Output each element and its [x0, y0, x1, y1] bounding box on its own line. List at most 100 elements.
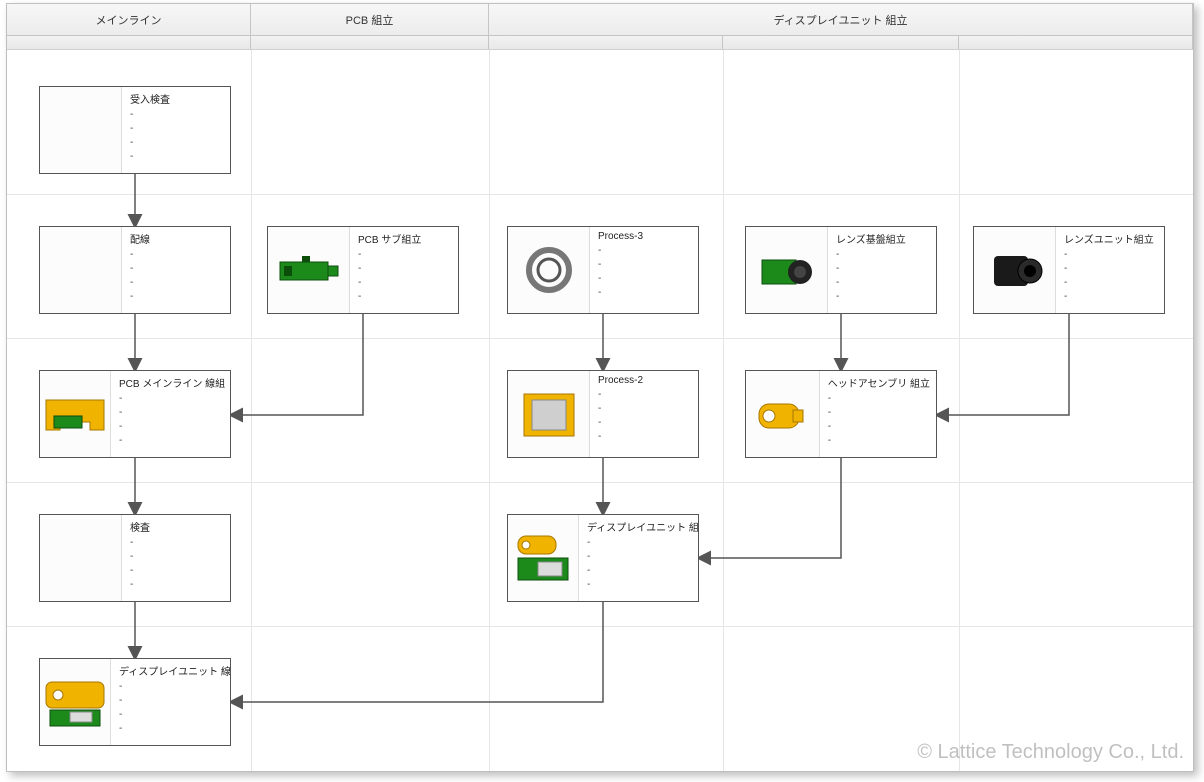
node-field: -: [1064, 292, 1158, 302]
node-field: -: [836, 278, 930, 288]
node-field: -: [130, 250, 224, 260]
node-thumb: [40, 371, 111, 457]
node-field: -: [598, 390, 692, 400]
node-field: -: [587, 580, 699, 590]
node-field: -: [130, 566, 224, 576]
node-field: -: [598, 418, 692, 428]
node-field: -: [598, 404, 692, 414]
node-field: -: [119, 436, 225, 446]
node-field: -: [587, 552, 699, 562]
node-field: -: [119, 394, 225, 404]
process-node[interactable]: レンズ基盤組立 - - - -: [745, 226, 937, 314]
subheader-cell: [489, 36, 723, 49]
node-field: -: [130, 538, 224, 548]
subheader-cell: [959, 36, 1193, 49]
node-field: -: [119, 724, 231, 734]
node-title: 受入検査: [130, 91, 224, 106]
node-title: ディスプレイユニット 線: [119, 663, 231, 678]
node-field: -: [587, 538, 699, 548]
header-display-unit: ディスプレイユニット 組立: [489, 4, 1193, 35]
lens-black-icon: [980, 242, 1050, 298]
node-thumb: [746, 371, 820, 457]
node-thumb: [40, 515, 122, 601]
node-field: -: [828, 436, 930, 446]
node-title: ディスプレイユニット 組: [587, 519, 699, 534]
pcb-icon: [274, 242, 344, 298]
sheet: メインライン PCB 組立 ディスプレイユニット 組立: [6, 3, 1194, 772]
process-node[interactable]: 検査 - - - -: [39, 514, 231, 602]
node-field: -: [598, 246, 692, 256]
node-thumb: [746, 227, 828, 313]
process-node[interactable]: ディスプレイユニット 線 - - - -: [39, 658, 231, 746]
node-field: -: [836, 264, 930, 274]
ring-icon: [514, 242, 584, 298]
node-title: PCB サブ組立: [358, 231, 452, 246]
node-title: PCB メインライン 線組: [119, 375, 225, 390]
header-label: PCB 組立: [346, 12, 394, 28]
node-field: -: [598, 260, 692, 270]
node-thumb: [508, 227, 590, 313]
node-thumb: [40, 87, 122, 173]
node-field: -: [130, 292, 224, 302]
node-thumb: [508, 371, 590, 457]
lens-pcb-icon: [752, 242, 822, 298]
node-title: Process-3: [598, 231, 692, 242]
node-title: レンズユニット組立: [1064, 231, 1158, 246]
node-field: -: [836, 292, 930, 302]
disp-unit-icon: [508, 530, 578, 586]
node-field: -: [130, 124, 224, 134]
node-field: -: [828, 408, 930, 418]
node-field: -: [119, 408, 225, 418]
node-field: -: [358, 292, 452, 302]
node-thumb: [268, 227, 350, 313]
process-node[interactable]: PCB メインライン 線組 - - - -: [39, 370, 231, 458]
node-thumb: [974, 227, 1056, 313]
column-subheaders: [7, 36, 1193, 50]
node-field: -: [598, 432, 692, 442]
node-field: -: [130, 552, 224, 562]
node-title: レンズ基盤組立: [836, 231, 930, 246]
node-field: -: [119, 696, 231, 706]
node-field: -: [828, 394, 930, 404]
node-field: -: [358, 264, 452, 274]
process-node[interactable]: ディスプレイユニット 組 - - - -: [507, 514, 699, 602]
node-thumb: [40, 659, 111, 745]
yellow-shell-icon: [40, 386, 110, 442]
node-field: -: [587, 566, 699, 576]
diagram-canvas[interactable]: 受入検査 - - - - 配線 - - - -: [7, 50, 1193, 771]
subheader-cell: [251, 36, 489, 49]
process-node[interactable]: ヘッドアセンブリ 組立 - - - -: [745, 370, 937, 458]
diagram-frame: メインライン PCB 組立 ディスプレイユニット 組立: [0, 0, 1204, 782]
process-node[interactable]: Process-2 - - - -: [507, 370, 699, 458]
node-field: -: [358, 278, 452, 288]
node-field: -: [130, 138, 224, 148]
subheader-cell: [7, 36, 251, 49]
header-label: メインライン: [96, 12, 162, 28]
yellow-head-icon: [747, 386, 817, 442]
disp-full-icon: [40, 674, 110, 730]
node-thumb: [40, 227, 122, 313]
node-field: -: [836, 250, 930, 260]
node-title: 検査: [130, 519, 224, 534]
node-field: -: [130, 152, 224, 162]
node-field: -: [598, 288, 692, 298]
node-field: -: [130, 278, 224, 288]
process-node[interactable]: Process-3 - - - -: [507, 226, 699, 314]
node-field: -: [119, 710, 231, 720]
node-field: -: [598, 274, 692, 284]
header-label: ディスプレイユニット 組立: [773, 12, 907, 28]
panel-icon: [514, 386, 584, 442]
node-field: -: [1064, 278, 1158, 288]
process-node[interactable]: 配線 - - - -: [39, 226, 231, 314]
process-node[interactable]: PCB サブ組立 - - - -: [267, 226, 459, 314]
node-title: ヘッドアセンブリ 組立: [828, 375, 930, 390]
node-title: Process-2: [598, 375, 692, 386]
node-field: -: [130, 110, 224, 120]
node-field: -: [1064, 250, 1158, 260]
process-node[interactable]: 受入検査 - - - -: [39, 86, 231, 174]
node-field: -: [119, 422, 225, 432]
subheader-cell: [723, 36, 959, 49]
node-field: -: [130, 580, 224, 590]
process-node[interactable]: レンズユニット組立 - - - -: [973, 226, 1165, 314]
node-thumb: [508, 515, 579, 601]
